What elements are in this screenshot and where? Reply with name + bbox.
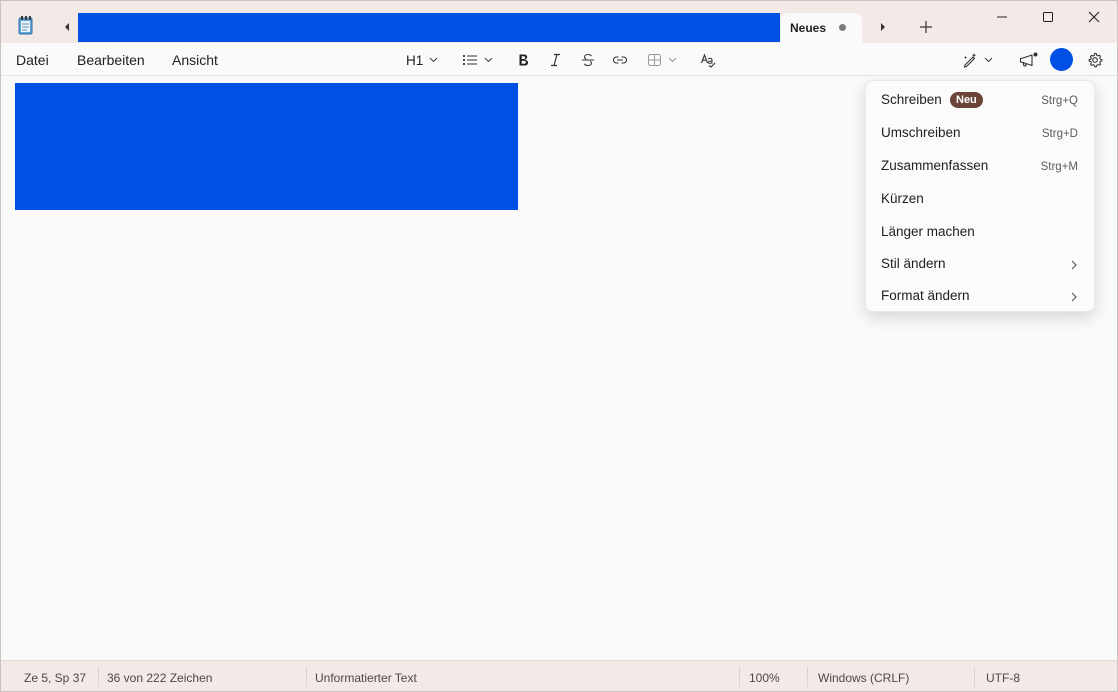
heading-dropdown[interactable]: H1 [406, 50, 438, 70]
encoding[interactable]: UTF-8 [986, 671, 1020, 685]
minimize-button[interactable] [979, 1, 1025, 33]
heading-level: H1 [406, 52, 424, 68]
status-bar: Ze 5, Sp 37 36 von 222 Zeichen Unformati… [1, 660, 1117, 691]
shortcut-label: Strg+Q [1041, 95, 1078, 107]
chevron-down-icon [429, 57, 438, 63]
redacted-text [15, 83, 518, 210]
copilot-menu: Schreiben Neu Strg+Q Umschreiben Strg+D … [865, 80, 1095, 312]
link-button[interactable] [612, 50, 628, 70]
megaphone-icon [1019, 52, 1038, 67]
shortcut-label: Strg+D [1041, 128, 1078, 140]
menu-item-umschreiben[interactable]: Umschreiben Strg+D [866, 120, 1094, 148]
menu-item-zusammenfassen[interactable]: Zusammenfassen Strg+M [866, 153, 1094, 181]
menu-ansicht[interactable]: Ansicht [172, 52, 218, 68]
menu-item-label: Zusammenfassen [881, 158, 989, 173]
menu-item-label: Format ändern [881, 288, 970, 303]
bold-button[interactable] [517, 50, 530, 70]
notepad-app-icon [17, 15, 35, 35]
link-icon [612, 56, 628, 64]
notepad-window: Neues Datei Bearbeiten Ansicht H1 Schrei… [0, 0, 1118, 692]
separator [807, 667, 808, 687]
strikethrough-button[interactable] [581, 50, 595, 70]
menu-item-label: Kürzen [881, 191, 924, 206]
spellcheck-button[interactable] [700, 50, 716, 70]
tab-redacted[interactable] [78, 13, 780, 42]
tab-scroll-left-icon[interactable] [59, 19, 75, 35]
title-bar: Neues [1, 1, 1117, 43]
strikethrough-icon [582, 53, 594, 67]
character-count: 36 von 222 Zeichen [107, 671, 213, 685]
list-dropdown[interactable] [462, 50, 493, 70]
whats-new-button[interactable] [1019, 50, 1038, 70]
settings-button[interactable] [1087, 50, 1103, 70]
menu-item-label: Länger machen [881, 224, 975, 239]
menu-item-label: Schreiben [881, 92, 942, 107]
menu-datei[interactable]: Datei [16, 52, 49, 68]
italic-button[interactable] [549, 50, 562, 70]
menu-item-kuerzen[interactable]: Kürzen [866, 186, 1094, 214]
cursor-position: Ze 5, Sp 37 [24, 671, 87, 685]
settings-icon [1088, 52, 1103, 68]
maximize-button[interactable] [1025, 1, 1071, 33]
separator [98, 667, 99, 687]
italic-icon [551, 53, 560, 67]
text-format[interactable]: Unformatierter Text [315, 671, 417, 685]
shortcut-label: Strg+M [1040, 161, 1078, 173]
unsaved-dot-icon[interactable] [839, 24, 846, 31]
menu-bearbeiten[interactable]: Bearbeiten [77, 52, 145, 68]
separator [974, 667, 975, 687]
copilot-pen-icon [963, 53, 977, 68]
chevron-down-icon [984, 57, 993, 63]
spellcheck-icon [700, 52, 716, 68]
table-icon [648, 54, 661, 66]
table-dropdown[interactable] [647, 50, 677, 70]
line-endings[interactable]: Windows (CRLF) [818, 671, 909, 685]
menu-item-label: Stil ändern [881, 256, 946, 271]
chevron-down-icon [484, 57, 493, 63]
avatar[interactable] [1050, 48, 1073, 71]
separator [739, 667, 740, 687]
menu-item-schreiben[interactable]: Schreiben Neu Strg+Q [866, 87, 1094, 115]
chevron-right-icon [1071, 260, 1077, 270]
menu-item-format-aendern[interactable]: Format ändern [866, 283, 1094, 311]
menu-item-label: Umschreiben [881, 125, 961, 140]
bold-icon [519, 54, 528, 66]
menu-bar: Datei Bearbeiten Ansicht H1 [1, 43, 1117, 76]
tab-neues[interactable]: Neues [781, 13, 862, 43]
tab-scroll-right-icon[interactable] [875, 19, 891, 35]
chevron-right-icon [1071, 292, 1077, 302]
chevron-down-icon [668, 57, 677, 63]
add-tab-icon[interactable] [916, 17, 936, 37]
tab-label: Neues [790, 21, 827, 35]
new-badge: Neu [950, 92, 983, 108]
list-icon [462, 54, 477, 66]
menu-item-laenger-machen[interactable]: Länger machen [866, 219, 1094, 247]
close-button[interactable] [1071, 1, 1117, 33]
separator [306, 667, 307, 687]
menu-item-stil-aendern[interactable]: Stil ändern [866, 251, 1094, 279]
zoom-level[interactable]: 100% [749, 671, 780, 685]
copilot-dropdown[interactable] [962, 50, 993, 70]
